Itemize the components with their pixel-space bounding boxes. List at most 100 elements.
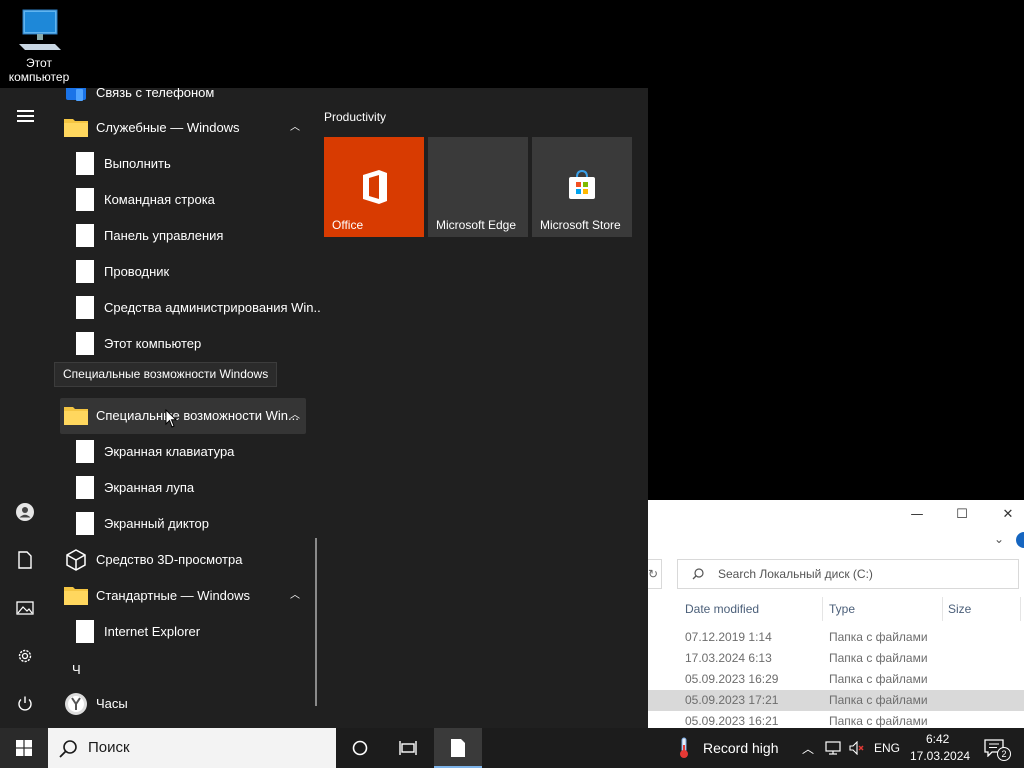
maximize-button[interactable]: ☐ xyxy=(939,502,985,528)
weather-text[interactable]: Record high xyxy=(703,740,779,756)
file-row[interactable]: 17.03.2024 6:13 Папка с файлами xyxy=(648,648,1024,669)
app-label: Экранная клавиатура xyxy=(104,444,235,459)
app-control-panel[interactable]: Панель управления xyxy=(60,218,306,254)
app-label: Связь с телефоном xyxy=(96,88,215,100)
document-icon xyxy=(18,551,32,569)
column-header-type[interactable]: Type xyxy=(829,596,855,622)
app-narrator[interactable]: Экранный диктор xyxy=(60,506,306,542)
tile-group-title[interactable]: Productivity xyxy=(324,110,386,124)
app-run[interactable]: Выполнить xyxy=(60,146,306,182)
power-button[interactable] xyxy=(0,684,50,724)
app-this-pc[interactable]: Этот компьютер xyxy=(60,326,306,362)
folder-icon xyxy=(64,119,88,137)
taskbar-search-input[interactable]: Поиск xyxy=(48,728,336,768)
account-button[interactable] xyxy=(0,492,50,532)
folder-label: Служебные — Windows xyxy=(96,120,240,135)
minimize-button[interactable]: — xyxy=(894,502,940,528)
section-letter-header[interactable]: Ч xyxy=(72,662,81,677)
mouse-cursor-icon xyxy=(165,409,177,428)
folder-accessories[interactable]: Стандартные — Windows ︿ xyxy=(60,578,306,614)
collapse-chevron-icon[interactable]: ︿ xyxy=(290,578,300,614)
app-label: Internet Explorer xyxy=(104,624,201,639)
tile-label: Microsoft Edge xyxy=(436,218,517,232)
app-phone-link[interactable]: Связь с телефоном xyxy=(60,88,306,111)
network-button[interactable] xyxy=(822,728,844,768)
close-button[interactable]: ✕ xyxy=(985,502,1024,528)
column-divider[interactable] xyxy=(942,597,943,621)
file-row-selected[interactable]: 05.09.2023 17:21 Папка с файлами xyxy=(648,690,1024,711)
settings-button[interactable] xyxy=(0,636,50,676)
weather-widget[interactable] xyxy=(672,728,696,768)
app-explorer[interactable]: Проводник xyxy=(60,254,306,290)
task-view-button[interactable] xyxy=(384,728,432,768)
refresh-button[interactable]: ↻ xyxy=(648,559,662,589)
clock-icon xyxy=(65,693,87,715)
app-list-scrollbar[interactable] xyxy=(315,538,317,706)
cortana-button[interactable] xyxy=(336,728,384,768)
row-date: 07.12.2019 1:14 xyxy=(685,630,772,644)
document-icon xyxy=(76,476,94,499)
app-magnifier[interactable]: Экранная лупа xyxy=(60,470,306,506)
app-command-prompt[interactable]: Командная строка xyxy=(60,182,306,218)
column-header-date[interactable]: Date modified xyxy=(685,596,759,622)
search-icon xyxy=(59,740,77,758)
app-internet-explorer[interactable]: Internet Explorer xyxy=(60,614,306,650)
start-button[interactable] xyxy=(0,728,48,768)
app-label: Часы xyxy=(96,696,128,711)
document-icon xyxy=(76,620,94,643)
clock-date[interactable]: 17.03.2024 xyxy=(910,749,970,763)
expand-ribbon-icon[interactable]: ⌄ xyxy=(994,532,1004,546)
document-icon xyxy=(76,296,94,319)
app-label: Панель управления xyxy=(104,228,224,243)
explorer-search-input[interactable]: Search Локальный диск (C:) xyxy=(677,559,1019,589)
taskbar-search-placeholder: Поиск xyxy=(88,739,130,756)
folder-label: Специальные возможности Win... xyxy=(96,408,299,423)
app-admin-tools[interactable]: Средства администрирования Win... xyxy=(60,290,320,326)
documents-button[interactable] xyxy=(0,540,50,580)
app-label: Командная строка xyxy=(104,192,215,207)
tile-microsoft-store[interactable]: Microsoft Store xyxy=(532,137,632,237)
explorer-titlebar[interactable]: — ☐ ✕ xyxy=(648,500,1024,528)
column-header-size[interactable]: Size xyxy=(948,596,971,622)
app-3d-viewer[interactable]: Средство 3D-просмотра xyxy=(60,542,306,578)
pictures-button[interactable] xyxy=(0,588,50,628)
cortana-circle-icon xyxy=(352,740,368,756)
app-list[interactable]: Связь с телефоном Служебные — Windows ︿ … xyxy=(50,88,320,728)
folder-icon xyxy=(64,407,88,425)
volume-button[interactable] xyxy=(846,728,868,768)
collapse-chevron-icon[interactable]: ︿ xyxy=(290,398,300,434)
cube-icon xyxy=(66,549,86,571)
app-clock[interactable]: Часы xyxy=(60,686,306,722)
app-on-screen-keyboard[interactable]: Экранная клавиатура xyxy=(60,434,306,470)
tile-office[interactable]: Office xyxy=(324,137,424,237)
document-icon xyxy=(76,152,94,175)
folder-windows-system[interactable]: Служебные — Windows ︿ xyxy=(60,110,306,146)
action-center-button[interactable]: 2 xyxy=(978,728,1011,768)
clock-time[interactable]: 6:42 xyxy=(926,732,949,746)
input-language-indicator[interactable]: ENG xyxy=(874,741,900,755)
row-date: 05.09.2023 16:29 xyxy=(685,672,779,686)
app-label: Проводник xyxy=(104,264,170,279)
folder-accessibility[interactable]: Специальные возможности Win... ︿ xyxy=(60,398,306,434)
picture-icon xyxy=(16,601,34,615)
tile-microsoft-edge[interactable]: Microsoft Edge xyxy=(428,137,528,237)
user-icon xyxy=(16,503,34,521)
collapse-chevron-icon[interactable]: ︿ xyxy=(290,110,300,146)
office-icon xyxy=(363,170,387,204)
network-icon xyxy=(825,741,841,755)
file-explorer-window[interactable]: — ☐ ✕ ⌄ ↻ Search Локальный диск (C:) Dat… xyxy=(648,500,1024,728)
file-row[interactable]: 05.09.2023 16:29 Папка с файлами xyxy=(648,669,1024,690)
document-icon xyxy=(451,739,465,757)
notification-count-badge: 2 xyxy=(997,747,1011,761)
help-icon[interactable] xyxy=(1016,532,1024,548)
expand-menu-button[interactable] xyxy=(0,96,50,136)
app-label: Этот компьютер xyxy=(104,336,202,351)
taskbar-app-explorer[interactable] xyxy=(434,728,482,768)
power-icon xyxy=(18,696,32,711)
folder-icon xyxy=(64,587,88,605)
show-hidden-icons-chevron-icon[interactable]: ︿ xyxy=(798,728,818,768)
desktop-icon-this-pc[interactable]: Этот компьютер xyxy=(4,8,74,84)
column-divider[interactable] xyxy=(822,597,823,621)
column-divider[interactable] xyxy=(1020,597,1021,621)
file-row[interactable]: 07.12.2019 1:14 Папка с файлами xyxy=(648,627,1024,648)
